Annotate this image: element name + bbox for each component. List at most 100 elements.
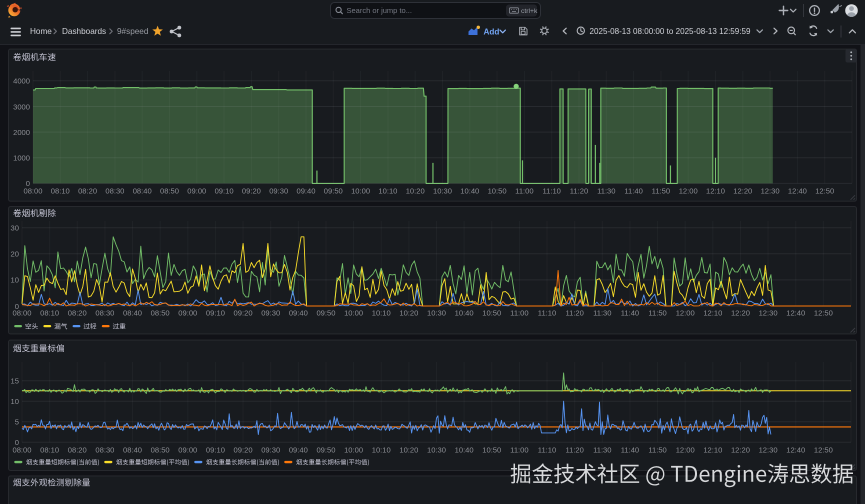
svg-text:09:40: 09:40 <box>296 187 315 196</box>
svg-text:12:40: 12:40 <box>788 187 807 196</box>
svg-text:08:40: 08:40 <box>133 187 152 196</box>
svg-text:11:50: 11:50 <box>652 187 670 196</box>
svg-text:11:10: 11:10 <box>542 187 560 196</box>
svg-text:12:10: 12:10 <box>703 309 722 318</box>
svg-text:12:30: 12:30 <box>761 187 780 196</box>
svg-text:09:10: 09:10 <box>215 187 234 196</box>
svg-text:10:40: 10:40 <box>455 445 474 454</box>
svg-text:10: 10 <box>11 397 19 406</box>
svg-text:08:40: 08:40 <box>123 309 142 318</box>
svg-text:08:40: 08:40 <box>123 445 142 454</box>
svg-text:11:20: 11:20 <box>565 445 583 454</box>
svg-text:10:40: 10:40 <box>460 187 479 196</box>
svg-text:10:10: 10:10 <box>378 187 397 196</box>
svg-text:ctrl+k: ctrl+k <box>521 8 538 15</box>
svg-text:10:30: 10:30 <box>433 187 452 196</box>
svg-text:10:10: 10:10 <box>372 445 391 454</box>
svg-text:12:40: 12:40 <box>786 445 805 454</box>
svg-text:12:50: 12:50 <box>814 309 833 318</box>
svg-text:9#speed: 9#speed <box>117 27 149 36</box>
svg-text:10:50: 10:50 <box>482 445 501 454</box>
svg-text:0: 0 <box>26 179 30 188</box>
svg-text:10:00: 10:00 <box>344 309 363 318</box>
svg-text:12:10: 12:10 <box>706 187 725 196</box>
svg-text:09:40: 09:40 <box>289 309 308 318</box>
svg-text:20: 20 <box>11 250 19 259</box>
svg-text:11:20: 11:20 <box>565 309 583 318</box>
svg-text:0: 0 <box>15 302 19 311</box>
svg-text:11:40: 11:40 <box>621 309 639 318</box>
svg-text:09:30: 09:30 <box>269 187 288 196</box>
svg-text:12:30: 12:30 <box>759 309 778 318</box>
svg-text:10:50: 10:50 <box>488 187 507 196</box>
svg-text:12:50: 12:50 <box>814 445 833 454</box>
svg-text:08:50: 08:50 <box>160 187 179 196</box>
svg-text:12:40: 12:40 <box>786 309 805 318</box>
svg-text:11:00: 11:00 <box>510 445 528 454</box>
svg-text:Add: Add <box>484 27 500 36</box>
svg-text:09:10: 09:10 <box>206 445 225 454</box>
svg-text:08:30: 08:30 <box>95 309 114 318</box>
svg-text:11:10: 11:10 <box>538 309 556 318</box>
svg-text:10:20: 10:20 <box>406 187 425 196</box>
svg-text:12:10: 12:10 <box>703 445 722 454</box>
svg-text:08:20: 08:20 <box>68 445 87 454</box>
svg-text:11:50: 11:50 <box>648 445 666 454</box>
svg-text:08:10: 08:10 <box>51 187 70 196</box>
svg-text:09:50: 09:50 <box>316 309 335 318</box>
svg-text:10: 10 <box>11 276 19 285</box>
svg-text:09:20: 09:20 <box>234 445 253 454</box>
svg-text:0: 0 <box>15 438 19 447</box>
svg-text:1000: 1000 <box>13 154 30 163</box>
svg-text:Search or jump to...: Search or jump to... <box>347 6 412 15</box>
svg-text:08:20: 08:20 <box>68 309 87 318</box>
svg-text:09:40: 09:40 <box>289 445 308 454</box>
svg-text:3000: 3000 <box>13 102 30 111</box>
svg-text:15: 15 <box>11 377 19 386</box>
svg-text:11:00: 11:00 <box>515 187 533 196</box>
svg-text:10:00: 10:00 <box>344 445 363 454</box>
svg-text:09:00: 09:00 <box>187 187 206 196</box>
svg-text:10:50: 10:50 <box>482 309 501 318</box>
svg-text:11:00: 11:00 <box>510 309 528 318</box>
svg-text:09:30: 09:30 <box>261 445 280 454</box>
svg-text:2000: 2000 <box>13 128 30 137</box>
svg-text:12:00: 12:00 <box>676 309 695 318</box>
svg-text:10:30: 10:30 <box>427 309 446 318</box>
svg-text:30: 30 <box>11 224 19 233</box>
svg-text:11:30: 11:30 <box>593 445 611 454</box>
svg-text:11:30: 11:30 <box>597 187 615 196</box>
svg-text:08:10: 08:10 <box>40 309 59 318</box>
svg-text:12:50: 12:50 <box>815 187 834 196</box>
svg-text:12:20: 12:20 <box>733 187 752 196</box>
svg-text:09:50: 09:50 <box>324 187 343 196</box>
svg-text:11:10: 11:10 <box>538 445 556 454</box>
svg-text:09:50: 09:50 <box>316 445 335 454</box>
svg-text:11:50: 11:50 <box>648 309 666 318</box>
svg-text:11:40: 11:40 <box>624 187 642 196</box>
svg-text:09:10: 09:10 <box>206 309 225 318</box>
svg-text:08:50: 08:50 <box>151 309 170 318</box>
svg-text:08:10: 08:10 <box>40 445 59 454</box>
svg-text:12:00: 12:00 <box>676 445 695 454</box>
svg-text:10:10: 10:10 <box>372 309 391 318</box>
svg-text:5: 5 <box>15 418 19 427</box>
svg-text:11:40: 11:40 <box>621 445 639 454</box>
svg-text:10:00: 10:00 <box>351 187 370 196</box>
svg-text:12:20: 12:20 <box>731 445 750 454</box>
svg-text:08:30: 08:30 <box>105 187 124 196</box>
svg-text:12:00: 12:00 <box>679 187 698 196</box>
svg-text:10:20: 10:20 <box>399 445 418 454</box>
svg-text:08:30: 08:30 <box>95 445 114 454</box>
svg-text:09:00: 09:00 <box>178 309 197 318</box>
svg-text:10:30: 10:30 <box>427 445 446 454</box>
svg-text:10:20: 10:20 <box>399 309 418 318</box>
svg-text:08:20: 08:20 <box>78 187 97 196</box>
svg-text:Dashboards: Dashboards <box>62 27 106 36</box>
svg-text:08:50: 08:50 <box>151 445 170 454</box>
svg-text:09:30: 09:30 <box>261 309 280 318</box>
svg-text:Home: Home <box>30 27 52 36</box>
svg-text:09:20: 09:20 <box>234 309 253 318</box>
svg-text:12:30: 12:30 <box>759 445 778 454</box>
svg-text:10:40: 10:40 <box>455 309 474 318</box>
